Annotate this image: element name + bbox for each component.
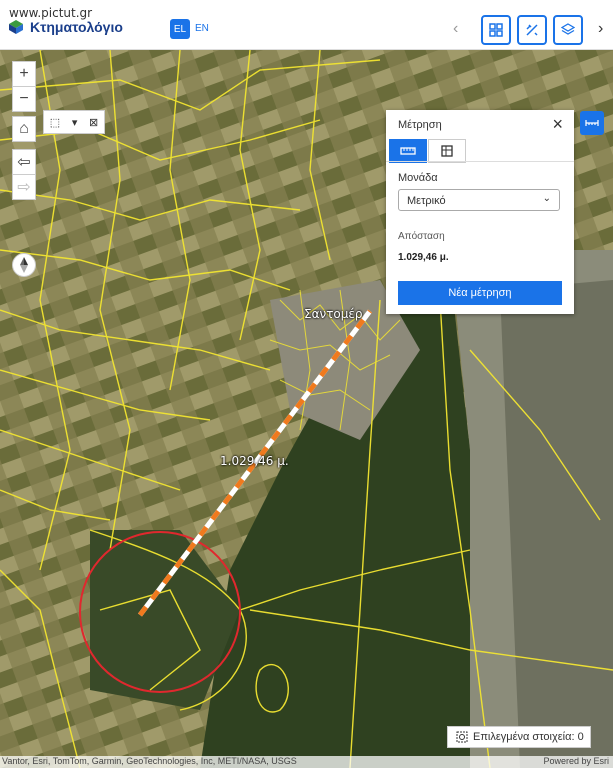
- grid-button[interactable]: [481, 15, 511, 45]
- place-label: Σαντομέρ: [304, 307, 363, 321]
- measure-panel: Μέτρηση × Μονάδα Μετρικό ⌄ Απόσταση 1.02…: [386, 110, 574, 314]
- unit-label: Μονάδα: [398, 172, 438, 184]
- tab-area[interactable]: [428, 139, 466, 163]
- powered-by-link[interactable]: Powered by Esri: [543, 756, 609, 766]
- selected-features-text: Επιλεγμένα στοιχεία: 0: [473, 731, 584, 743]
- home-control: ⌂: [12, 116, 36, 142]
- select-pointer-icon[interactable]: ⬚: [50, 116, 60, 129]
- ktimatologio-logo-icon: [9, 20, 23, 34]
- chevron-down-icon: ⌄: [542, 193, 551, 204]
- chevron-left-icon[interactable]: ‹: [453, 20, 458, 38]
- map-view[interactable]: + − ⬚ ▾ ⊠ ⌂ ⇦ ⇨ Σαντομέρ 1.029,46 μ. Μέτ…: [0, 50, 613, 768]
- tools-icon: [526, 24, 538, 36]
- divider: [386, 161, 574, 162]
- tools-button[interactable]: [517, 15, 547, 45]
- attribution-text: Vantor, Esri, TomTom, Garmin, GeoTechnol…: [2, 756, 297, 766]
- new-measurement-button[interactable]: Νέα μέτρηση: [398, 281, 562, 305]
- measure-toggle-button[interactable]: [580, 111, 604, 135]
- history-controls: ⇦ ⇨: [12, 149, 36, 200]
- close-icon[interactable]: ×: [552, 114, 563, 135]
- attribution-bar: Vantor, Esri, TomTom, Garmin, GeoTechnol…: [0, 756, 613, 768]
- watermark: www.pictut.gr: [9, 6, 93, 20]
- brand-name: Κτηματολόγιο: [30, 19, 123, 35]
- clear-selection-icon[interactable]: ⊠: [89, 116, 98, 129]
- zoom-in-button[interactable]: +: [13, 62, 35, 86]
- top-bar: www.pictut.gr Κτηματολόγιο EL EN ‹ ›: [0, 0, 613, 50]
- grid-icon: [489, 23, 503, 37]
- unit-select-value: Μετρικό: [407, 195, 446, 207]
- measure-distance-label: 1.029,46 μ.: [220, 454, 289, 468]
- lang-el-button[interactable]: EL: [170, 19, 190, 39]
- tab-distance[interactable]: [389, 139, 427, 163]
- zoom-out-button[interactable]: −: [13, 86, 35, 111]
- selection-tools[interactable]: ⬚ ▾ ⊠: [43, 110, 105, 134]
- zoom-controls: + −: [12, 61, 36, 112]
- unit-select[interactable]: Μετρικό ⌄: [398, 189, 560, 211]
- lang-en-button[interactable]: EN: [195, 23, 209, 34]
- layers-icon: [561, 23, 575, 35]
- brand[interactable]: Κτηματολόγιο: [8, 19, 123, 35]
- dropdown-caret-icon[interactable]: ▾: [72, 116, 78, 129]
- compass-icon[interactable]: [12, 253, 36, 277]
- zoom-select-icon: [456, 731, 468, 743]
- panel-title: Μέτρηση: [398, 119, 442, 131]
- chevron-right-icon[interactable]: ›: [598, 20, 603, 38]
- layers-button[interactable]: [553, 15, 583, 45]
- home-icon[interactable]: ⌂: [13, 117, 35, 141]
- forward-icon[interactable]: ⇨: [13, 174, 35, 199]
- selected-features-box[interactable]: Επιλεγμένα στοιχεία: 0: [447, 726, 591, 748]
- distance-value: 1.029,46 μ.: [398, 252, 449, 263]
- back-icon[interactable]: ⇦: [13, 150, 35, 174]
- area-icon: [441, 145, 453, 157]
- distance-label: Απόσταση: [398, 231, 445, 242]
- ruler-icon: [585, 120, 599, 126]
- distance-icon: [400, 147, 416, 155]
- compass-needle: [20, 257, 28, 273]
